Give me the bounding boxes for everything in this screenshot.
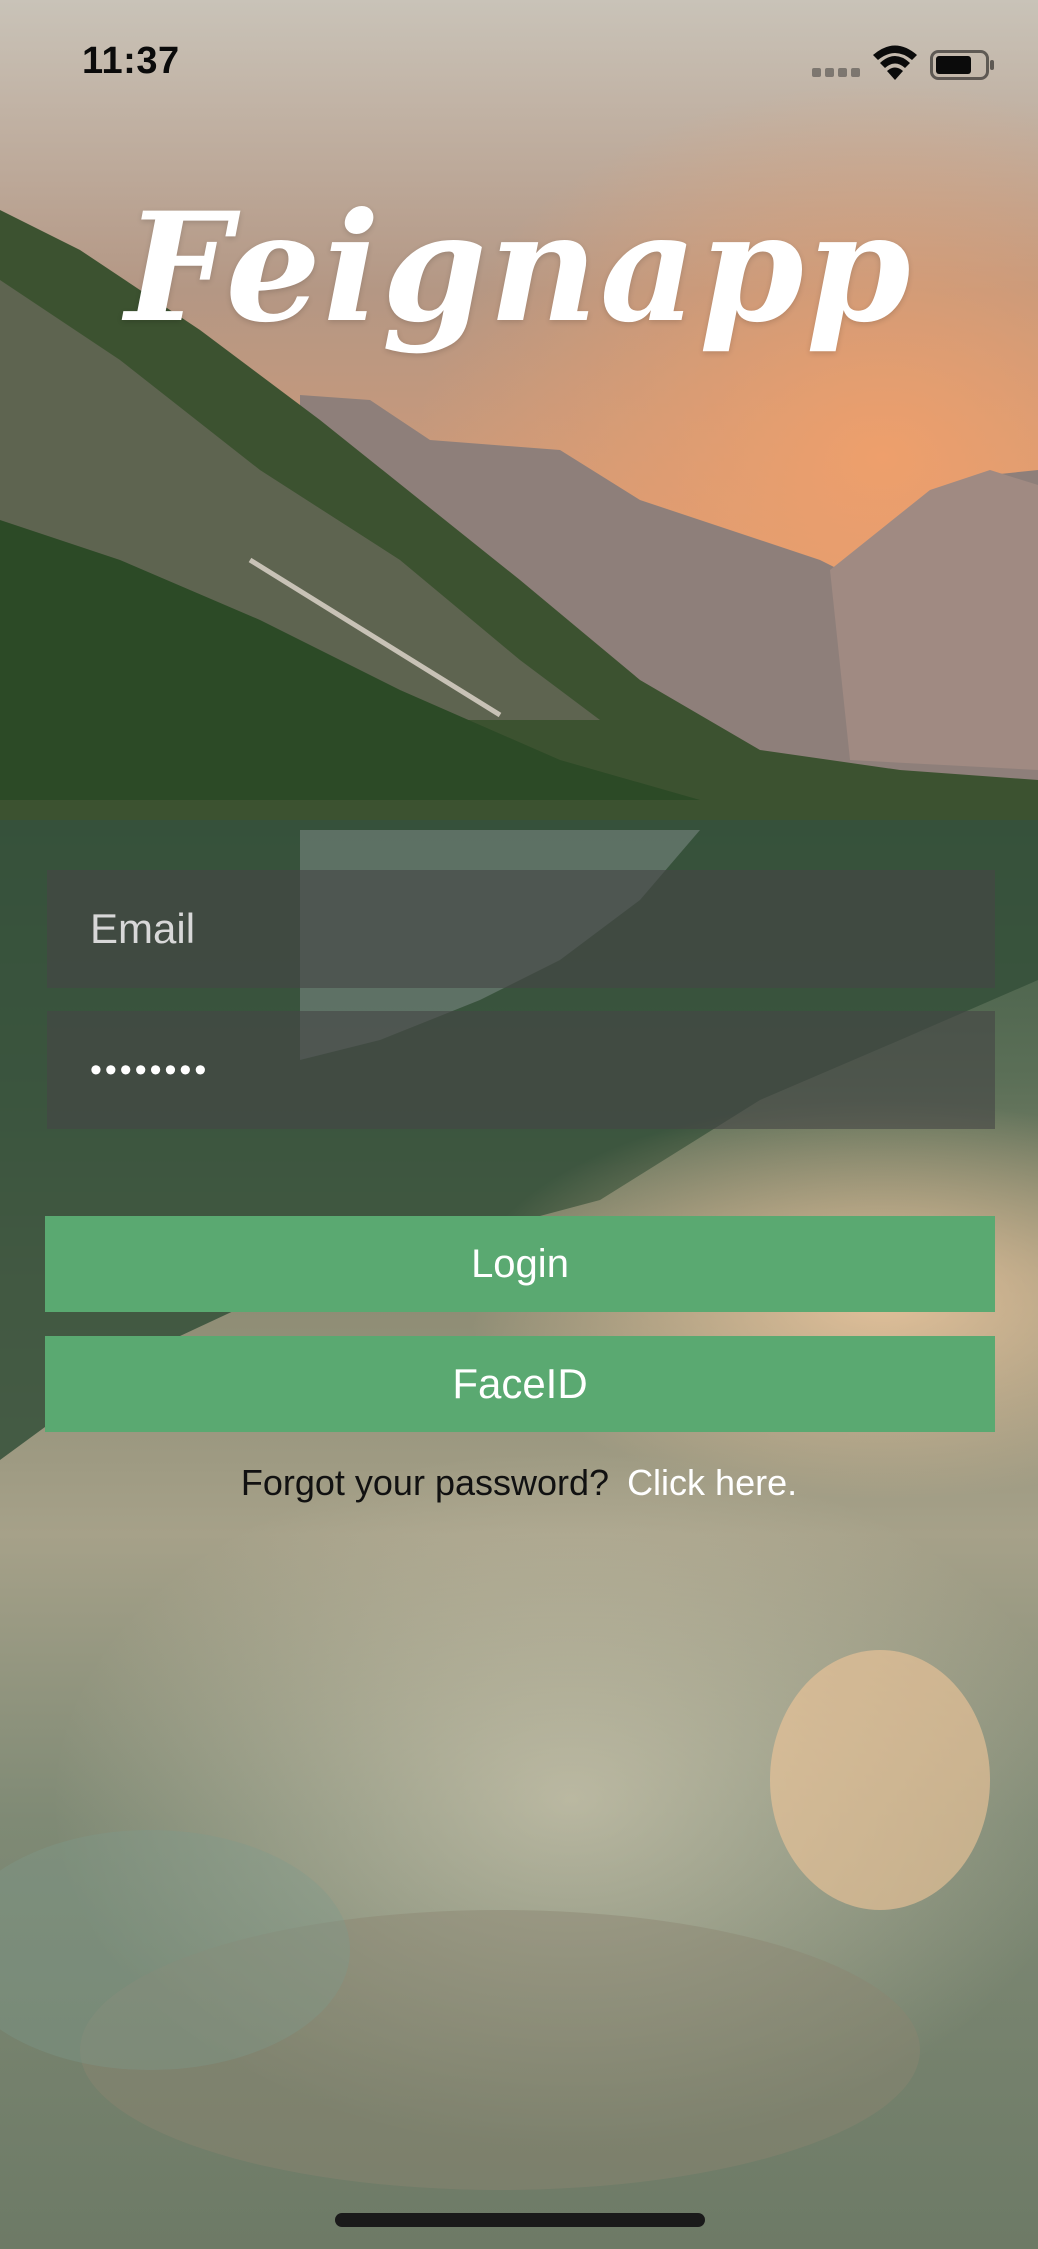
status-bar-time: 11:37 [82,40,180,82]
password-value: •••••••• [90,1050,210,1089]
login-button[interactable]: Login [45,1216,995,1312]
cellular-signal-icon [812,68,860,78]
wifi-icon [873,45,917,80]
forgot-password-text: Forgot your password? [240,1462,610,1503]
home-indicator[interactable] [335,2213,705,2227]
email-field[interactable]: Email [47,870,995,988]
email-placeholder: Email [90,905,196,952]
forgot-password-link[interactable]: Click here. [627,1462,797,1503]
forgot-password-row: Forgot your password? Click here. [0,1462,1038,1504]
app-logo: Feignapp [125,180,913,356]
password-field[interactable]: •••••••• [47,1011,995,1129]
faceid-button[interactable]: FaceID [45,1336,995,1432]
battery-icon [930,50,994,80]
